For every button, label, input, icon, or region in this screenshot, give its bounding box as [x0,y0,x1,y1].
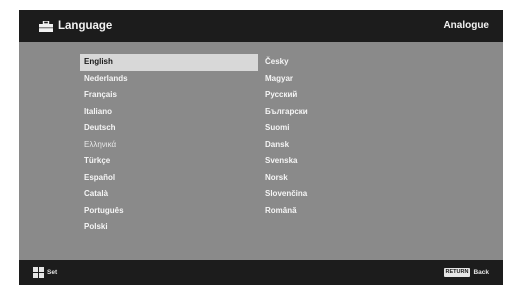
language-option-greek[interactable]: Ελληνικά [80,137,258,154]
language-option-russian[interactable]: Русский [261,87,381,104]
return-key-icon: RETURN [443,268,471,277]
language-option-english[interactable]: English [80,54,258,71]
language-option-espanol[interactable]: Español [80,170,258,187]
language-option-italiano[interactable]: Italiano [80,104,258,121]
input-mode-label: Analogue [443,20,489,31]
language-option-francais[interactable]: Français [80,87,258,104]
language-option-romana[interactable]: Română [261,203,381,220]
language-option-cesky[interactable]: Česky [261,54,381,71]
language-option-slovencina[interactable]: Slovenčina [261,186,381,203]
toolbox-icon [39,21,53,32]
cross-keys-icon [33,267,44,278]
language-option-polski[interactable]: Polski [80,219,258,236]
tv-menu-screen: Language Analogue English Nederlands Fra… [19,10,503,285]
language-option-deutsch[interactable]: Deutsch [80,120,258,137]
language-option-norsk[interactable]: Norsk [261,170,381,187]
language-option-turkce[interactable]: Türkçe [80,153,258,170]
set-label: Set [47,269,58,276]
language-option-catala[interactable]: Català [80,186,258,203]
language-option-magyar[interactable]: Magyar [261,71,381,88]
language-column-left: English Nederlands Français Italiano Deu… [80,54,258,236]
language-option-nederlands[interactable]: Nederlands [80,71,258,88]
set-hint[interactable]: Set [33,267,57,278]
language-list-panel: English Nederlands Français Italiano Deu… [19,42,503,260]
language-option-portugues[interactable]: Português [80,203,258,220]
header-bar: Language Analogue [19,10,503,42]
language-option-svenska[interactable]: Svenska [261,153,381,170]
back-button[interactable]: RETURN Back [443,267,489,278]
back-label: Back [473,269,489,276]
language-option-suomi[interactable]: Suomi [261,120,381,137]
page-title: Language [58,20,113,32]
language-option-bulgarian[interactable]: Български [261,104,381,121]
language-column-right: Česky Magyar Русский Български Suomi Dan… [261,54,381,219]
footer-bar: Set RETURN Back [19,260,503,285]
language-option-dansk[interactable]: Dansk [261,137,381,154]
